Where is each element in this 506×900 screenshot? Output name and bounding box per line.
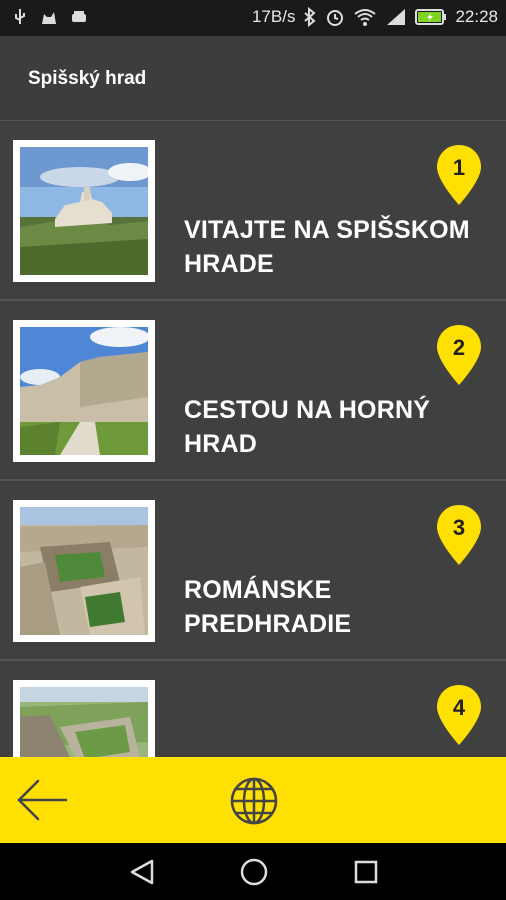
cat-icon [42,12,56,24]
thumbnail [13,500,155,642]
car-icon [72,11,86,22]
thumbnail [13,320,155,462]
ruins-image [20,507,148,635]
recents-square-icon[interactable] [352,858,380,886]
list-item[interactable]: 1 VITAJTE NA SPIŠSKOM HRADE [0,121,506,301]
wifi-icon [354,9,377,26]
location-pin-icon: 1 [437,145,481,205]
globe-icon[interactable] [229,776,279,826]
home-circle-icon[interactable] [239,857,269,887]
status-bar: 17B/s 22:28 [0,0,506,36]
back-triangle-icon[interactable] [128,858,156,886]
bluetooth-icon [304,7,317,27]
alarm-icon [327,10,344,26]
usb-icon [15,9,25,24]
pin-number: 2 [453,335,465,360]
thumbnail [13,680,155,757]
item-title: CESTOU NA HORNÝ HRAD [184,396,431,458]
bottom-toolbar [0,757,506,843]
stop-list[interactable]: 1 VITAJTE NA SPIŠSKOM HRADE 2 CESTOU NA … [0,121,506,757]
pin-number: 3 [453,515,465,540]
location-pin-icon: 3 [437,505,481,565]
item-title: ROMÁNSKE PREDHRADIE [184,576,352,638]
location-pin-icon: 4 [437,685,481,745]
castle-image [20,147,152,275]
clock: 22:28 [455,7,498,26]
list-item[interactable]: 4 [0,661,506,757]
network-speed: 17B/s [251,7,296,26]
page-title: Spišský hrad [28,68,147,89]
system-navbar [0,843,506,900]
battery-icon [415,9,447,25]
signal-icon [387,9,406,25]
list-item[interactable]: 2 CESTOU NA HORNÝ HRAD [0,301,506,481]
castle-image [20,327,150,455]
back-arrow-icon[interactable] [16,777,68,823]
item-title: VITAJTE NA SPIŠSKOM HRADE [184,216,470,278]
app-header: Spišský hrad [0,36,506,122]
thumbnail [13,140,155,282]
location-pin-icon: 2 [437,325,481,385]
pin-number: 1 [453,155,465,180]
pin-number: 4 [453,695,466,720]
list-item[interactable]: 3 ROMÁNSKE PREDHRADIE [0,481,506,661]
ruins-image [20,687,148,757]
